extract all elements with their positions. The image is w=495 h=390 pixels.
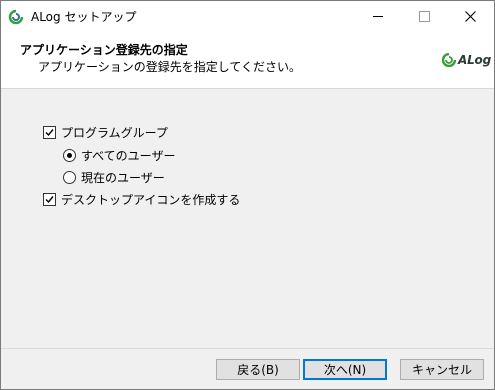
setup-window: ALog セットアップ アプリケーション登録先の指定 アプリケーションの登録先を… [0,0,495,390]
program-group-row[interactable]: プログラムグループ [43,124,168,140]
cancel-button[interactable]: キャンセル [400,359,484,380]
program-group-label: プログラムグループ [61,125,168,140]
desktop-icon-checkbox[interactable] [43,192,56,206]
app-icon [8,9,24,25]
desktop-icon-row[interactable]: デスクトップアイコンを作成する [43,191,240,207]
maximize-icon [418,10,430,22]
close-icon [464,10,476,22]
check-icon [45,195,54,203]
maximize-button [401,1,447,31]
desktop-icon-label: デスクトップアイコンを作成する [61,192,241,207]
check-icon [45,128,54,136]
title-bar[interactable]: ALog セットアップ [1,1,494,31]
minimize-button[interactable] [355,1,401,31]
window-title: ALog セットアップ [31,10,137,24]
minimize-icon [373,15,383,17]
next-button[interactable]: 次へ(N) [303,359,387,380]
all-users-row[interactable]: すべてのユーザー [63,147,175,163]
options-panel: プログラムグループ すべてのユーザー 現在のユーザー デスクトップアイコンを作成… [1,89,494,349]
brand-logo-icon [442,53,456,67]
program-group-checkbox[interactable] [43,125,56,139]
all-users-radio[interactable] [63,148,76,162]
current-user-radio[interactable] [63,170,76,184]
page-subtitle: アプリケーションの登録先を指定してください。 [38,60,302,74]
current-user-label: 現在のユーザー [81,170,165,185]
footer-divider [1,348,494,349]
brand-logo: ALog [442,52,492,68]
close-button[interactable] [447,1,493,31]
all-users-label: すべてのユーザー [81,148,176,163]
wizard-header: アプリケーション登録先の指定 アプリケーションの登録先を指定してください。 AL… [1,31,494,89]
back-button[interactable]: 戻る(B) [216,359,300,380]
current-user-row[interactable]: 現在のユーザー [63,169,165,185]
brand-text: ALog [458,53,491,67]
page-title: アプリケーション登録先の指定 [20,43,188,57]
radio-selected-dot [67,152,72,158]
